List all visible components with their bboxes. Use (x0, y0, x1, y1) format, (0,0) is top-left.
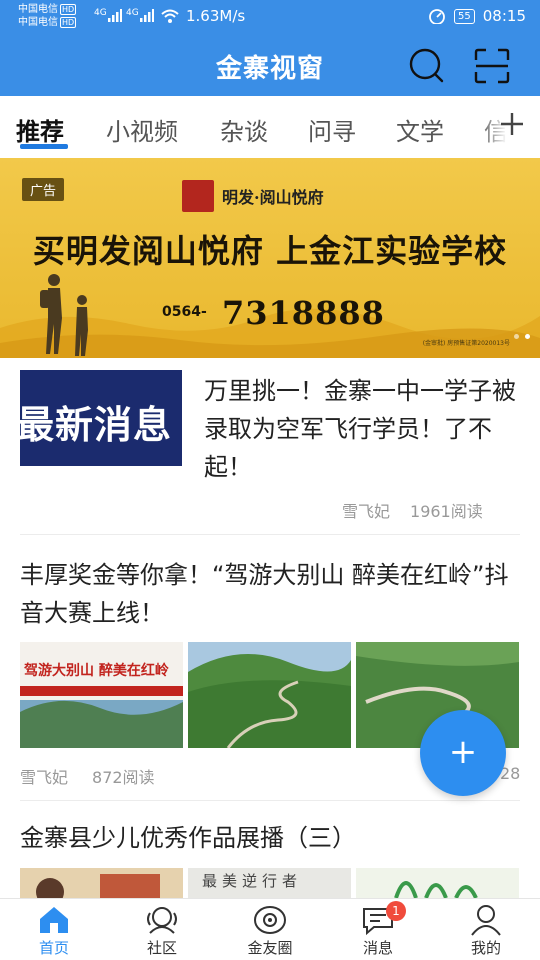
app-title: 金寨视窗 (215, 54, 324, 84)
bottom-navigation: 首页 社区 金友圈 1 消息 我的 (0, 898, 540, 960)
brand-seal-icon (182, 180, 214, 212)
nav-circle[interactable]: 金友圈 (216, 899, 324, 960)
carousel-dot (514, 334, 519, 339)
circle-icon (254, 906, 286, 934)
tab-literature[interactable]: 文学 (396, 112, 444, 147)
phone-number: 7318888 (222, 294, 385, 332)
search-icon[interactable] (406, 46, 446, 86)
poster-title: 驾游大别山 醉美在红岭 (24, 663, 169, 679)
article-title[interactable]: 金寨县少儿优秀作品展播（三） (20, 818, 356, 853)
clock: 08:15 (482, 7, 526, 25)
compose-button[interactable]: + (420, 710, 506, 796)
tab-ask[interactable]: 问寻 (308, 112, 356, 147)
article-image-row[interactable]: 最美逆行者 (20, 868, 520, 898)
signal-label-2: 4G (126, 8, 139, 18)
article-title: 万里挑一！金寨一中一学子被录取为空军飞行学员！了不起！ (204, 377, 516, 481)
wifi-icon (161, 9, 179, 23)
tab-short-video[interactable]: 小视频 (106, 112, 178, 147)
tab-recommend[interactable]: 推荐 (16, 112, 64, 147)
nav-label: 首页 (38, 939, 69, 957)
network-speed: 1.63M/s (186, 7, 246, 25)
article-card[interactable]: 最新消息 万里挑一！金寨一中一学子被录取为空军飞行学员！了不起！ 雪飞妃 1961… (0, 358, 540, 534)
nav-label: 金友圈 (247, 939, 293, 957)
article-author: 雪飞妃 (342, 502, 391, 521)
article-author: 雪飞妃 (20, 768, 69, 787)
app-header: 金寨视窗 (0, 36, 540, 96)
article-image-drawing-1 (20, 868, 183, 898)
nav-profile[interactable]: 我的 (432, 899, 540, 960)
nav-home[interactable]: 首页 (0, 899, 108, 960)
phone-prefix: 0564- (162, 304, 207, 320)
brand-name: 明发·阅山悦府 (222, 188, 324, 207)
signal-label-1: 4G (94, 8, 107, 18)
article-meta: 雪飞妃 872阅读 (20, 764, 155, 788)
divider (20, 534, 520, 535)
article-meta: 雪飞妃 1961阅读 (342, 498, 483, 522)
ad-badge: 广告 (22, 178, 65, 201)
license-note: (金审批) 房预售证第2020013号 (422, 340, 510, 347)
article-title[interactable]: 丰厚奖金等你拿！“驾游大别山 醉美在红岭”抖音大赛上线！ (20, 556, 520, 632)
carousel-dots (514, 334, 530, 339)
battery-indicator: 55 (454, 8, 475, 24)
divider (20, 800, 520, 801)
carrier-2: 中国电信 (18, 17, 58, 28)
nav-label: 社区 (146, 939, 177, 957)
status-right: 55 08:15 (428, 7, 526, 25)
nav-community[interactable]: 社区 (108, 899, 216, 960)
unread-badge: 1 (386, 901, 406, 921)
status-bar: 中国电信 HD 中国电信 HD 4G 4G 1.63M/s 55 08:15 (0, 0, 540, 36)
hd-badge: HD (60, 17, 77, 28)
plus-icon[interactable] (498, 110, 526, 138)
hd-badge: HD (60, 4, 77, 15)
article-image-poster: 驾游大别山 醉美在红岭 (20, 642, 183, 748)
nav-messages[interactable]: 1 消息 (324, 899, 432, 960)
data-saver-icon (429, 9, 445, 24)
signal-icon (108, 9, 122, 22)
profile-icon (471, 905, 501, 936)
article-image-drawing-3 (356, 868, 519, 898)
active-tab-indicator (20, 144, 68, 149)
article-reads: 1961阅读 (410, 502, 483, 521)
scan-icon[interactable] (472, 46, 512, 86)
article-thumbnail: 最新消息 (20, 370, 182, 466)
tab-chat[interactable]: 杂谈 (220, 112, 268, 147)
home-icon (40, 907, 68, 933)
signal-icon (140, 9, 154, 22)
nav-label: 消息 (362, 939, 393, 957)
hikers-illustration (40, 274, 88, 356)
community-icon (147, 907, 177, 934)
article-reads: 872阅读 (92, 768, 155, 787)
carousel-dot-active (525, 334, 530, 339)
nav-label: 我的 (470, 939, 501, 957)
ad-banner[interactable]: 广告 明发·阅山悦府 买明发阅山悦府 上金江实验学校 0564- 7318888… (0, 158, 540, 358)
thumbnail-text: 最新消息 (20, 403, 173, 447)
category-tabs: 推荐 小视频 杂谈 问寻 文学 信 (0, 96, 540, 158)
article-image-drawing-2: 最美逆行者 (188, 868, 351, 898)
article-image-mountain-road (188, 642, 351, 748)
carrier-info: 中国电信 HD 中国电信 HD (18, 3, 77, 29)
carrier-1: 中国电信 (18, 4, 58, 15)
drawing-caption: 最美逆行者 (202, 872, 303, 890)
